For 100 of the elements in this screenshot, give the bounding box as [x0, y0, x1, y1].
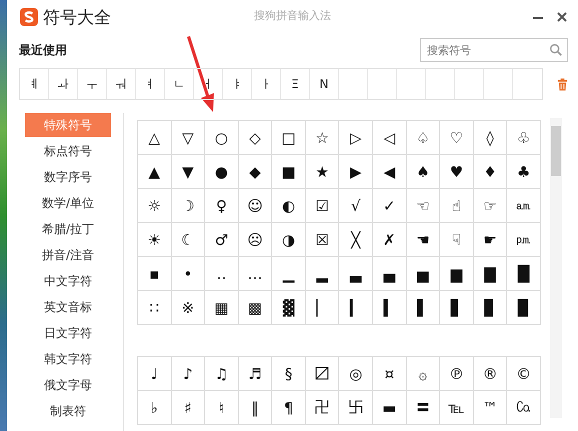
symbol-cell[interactable]: ™ — [474, 391, 508, 425]
search-field[interactable]: 搜索符号 — [420, 38, 568, 62]
symbol-cell[interactable]: ☜ — [406, 189, 440, 223]
symbol-cell[interactable]: ☛ — [474, 223, 508, 257]
symbol-cell[interactable]: ■ — [272, 155, 306, 189]
symbol-cell[interactable]: △ — [138, 121, 172, 155]
symbol-cell[interactable]: ▆ — [440, 257, 474, 291]
recent-symbol[interactable]: Ξ — [291, 77, 299, 91]
symbol-cell[interactable]: ♠ — [406, 155, 440, 189]
category-item[interactable]: 数学/单位 — [25, 191, 111, 215]
symbol-cell[interactable]: ♣ — [507, 155, 541, 189]
symbol-cell[interactable]: ◀ — [373, 155, 407, 189]
symbol-cell[interactable]: ♤ — [406, 121, 440, 155]
symbol-cell[interactable]: ♧ — [507, 121, 541, 155]
symbol-cell[interactable]: ♯ — [172, 391, 206, 425]
symbol-cell[interactable]: ∷ — [138, 291, 172, 325]
symbol-cell[interactable]: ¤ — [373, 357, 407, 391]
symbol-cell[interactable]: ◐ — [272, 189, 306, 223]
symbol-cell[interactable]: ▦ — [205, 291, 239, 325]
symbol-cell[interactable]: © — [507, 357, 541, 391]
search-icon[interactable] — [549, 43, 563, 57]
symbol-cell[interactable]: √ — [339, 189, 374, 223]
symbol-cell[interactable]: ☹ — [238, 223, 272, 257]
recent-symbol[interactable]: ㅝ — [115, 76, 127, 92]
symbol-cell[interactable]: ▁ — [272, 257, 306, 291]
symbol-cell[interactable]: ▏ — [306, 291, 340, 325]
symbol-cell[interactable]: ▅ — [406, 257, 440, 291]
symbol-cell[interactable]: ☝ — [440, 189, 474, 223]
symbol-cell[interactable]: ® — [474, 357, 508, 391]
symbol-cell[interactable]: ▍ — [373, 291, 407, 325]
recent-symbol[interactable]: ㅕ — [144, 76, 156, 92]
symbol-cell[interactable]: § — [272, 357, 306, 391]
recent-symbol[interactable]: ㅏ — [260, 76, 272, 92]
category-item[interactable]: 中文字符 — [25, 269, 111, 293]
symbol-cell[interactable]: ‖ — [238, 391, 272, 425]
symbol-cell[interactable]: ☀ — [138, 223, 172, 257]
symbol-cell[interactable]: ♂ — [205, 223, 239, 257]
symbol-cell[interactable]: ♩ — [138, 357, 172, 391]
symbol-cell[interactable]: ◑ — [272, 223, 306, 257]
symbol-cell[interactable]: ★ — [306, 155, 340, 189]
symbol-cell[interactable]: ☞ — [474, 189, 508, 223]
symbol-cell[interactable]: ▶ — [339, 155, 374, 189]
symbol-cell[interactable]: 〼 — [306, 357, 340, 391]
symbol-cell[interactable]: ㏂ — [507, 189, 541, 223]
symbol-cell[interactable]: ‥ — [205, 257, 239, 291]
symbol-cell[interactable]: ◇ — [238, 121, 272, 155]
symbol-cell[interactable]: ۞ — [406, 357, 440, 391]
category-item[interactable]: 英文音标 — [25, 295, 111, 319]
symbol-cell[interactable]: ☾ — [172, 223, 206, 257]
category-item[interactable]: 拼音/注音 — [25, 243, 111, 267]
symbol-cell[interactable]: ╳ — [339, 223, 374, 257]
category-item[interactable]: 日文字符 — [25, 321, 111, 345]
symbol-cell[interactable]: ♪ — [172, 357, 206, 391]
symbol-cell[interactable]: ▂ — [306, 257, 340, 291]
symbol-cell[interactable]: ☟ — [440, 223, 474, 257]
symbol-cell[interactable]: ♀ — [205, 189, 239, 223]
symbol-cell[interactable]: ▩ — [238, 291, 272, 325]
symbol-cell[interactable]: ☆ — [306, 121, 340, 155]
symbol-cell[interactable]: ○ — [205, 121, 239, 155]
symbol-cell[interactable]: ▉ — [507, 291, 541, 325]
symbol-cell[interactable]: ♦ — [474, 155, 508, 189]
symbol-cell[interactable]: ☑ — [306, 189, 340, 223]
symbol-cell[interactable]: ✗ — [373, 223, 407, 257]
symbol-cell[interactable]: ☽ — [172, 189, 206, 223]
symbol-cell[interactable]: ▌ — [406, 291, 440, 325]
symbol-cell[interactable]: ▷ — [339, 121, 374, 155]
recent-symbol[interactable]: ㅖ — [28, 76, 40, 92]
symbol-cell[interactable]: ● — [205, 155, 239, 189]
symbol-cell[interactable]: ▓ — [272, 291, 306, 325]
symbol-cell[interactable]: ▲ — [138, 155, 172, 189]
symbol-cell[interactable]: ㏘ — [507, 223, 541, 257]
symbol-cell[interactable]: ♡ — [440, 121, 474, 155]
symbol-cell[interactable]: ▼ — [172, 155, 206, 189]
symbol-cell[interactable]: 〓 — [406, 391, 440, 425]
symbol-cell[interactable]: ◎ — [339, 357, 374, 391]
symbol-cell[interactable]: ☚ — [406, 223, 440, 257]
symbol-cell[interactable]: ▪ — [138, 257, 172, 291]
symbol-cell[interactable]: • — [172, 257, 206, 291]
symbol-cell[interactable]: ℡ — [440, 391, 474, 425]
recent-symbol[interactable]: ㅓ — [202, 76, 214, 92]
recent-symbol[interactable]: ㅜ — [86, 76, 98, 92]
symbol-cell[interactable]: □ — [272, 121, 306, 155]
symbol-cell[interactable]: ※ — [172, 291, 206, 325]
symbol-cell[interactable]: ♮ — [205, 391, 239, 425]
symbol-cell[interactable]: ▄ — [373, 257, 407, 291]
symbol-cell[interactable]: 卐 — [339, 391, 374, 425]
close-icon[interactable] — [556, 11, 568, 23]
symbol-cell[interactable]: ◊ — [474, 121, 508, 155]
symbol-cell[interactable]: ✓ — [373, 189, 407, 223]
symbol-cell[interactable]: ㏇ — [507, 391, 541, 425]
category-item[interactable]: 韩文字符 — [25, 347, 111, 371]
symbol-cell[interactable]: 卍 — [306, 391, 340, 425]
symbol-cell[interactable]: ▇ — [474, 257, 508, 291]
symbol-cell[interactable]: ♭ — [138, 391, 172, 425]
symbol-cell[interactable]: █ — [507, 257, 541, 291]
symbol-cell[interactable]: ♥ — [440, 155, 474, 189]
symbol-cell[interactable]: ◁ — [373, 121, 407, 155]
category-item[interactable]: 制表符 — [25, 399, 111, 423]
symbol-cell[interactable]: ☒ — [306, 223, 340, 257]
symbol-cell[interactable]: ♬ — [238, 357, 272, 391]
